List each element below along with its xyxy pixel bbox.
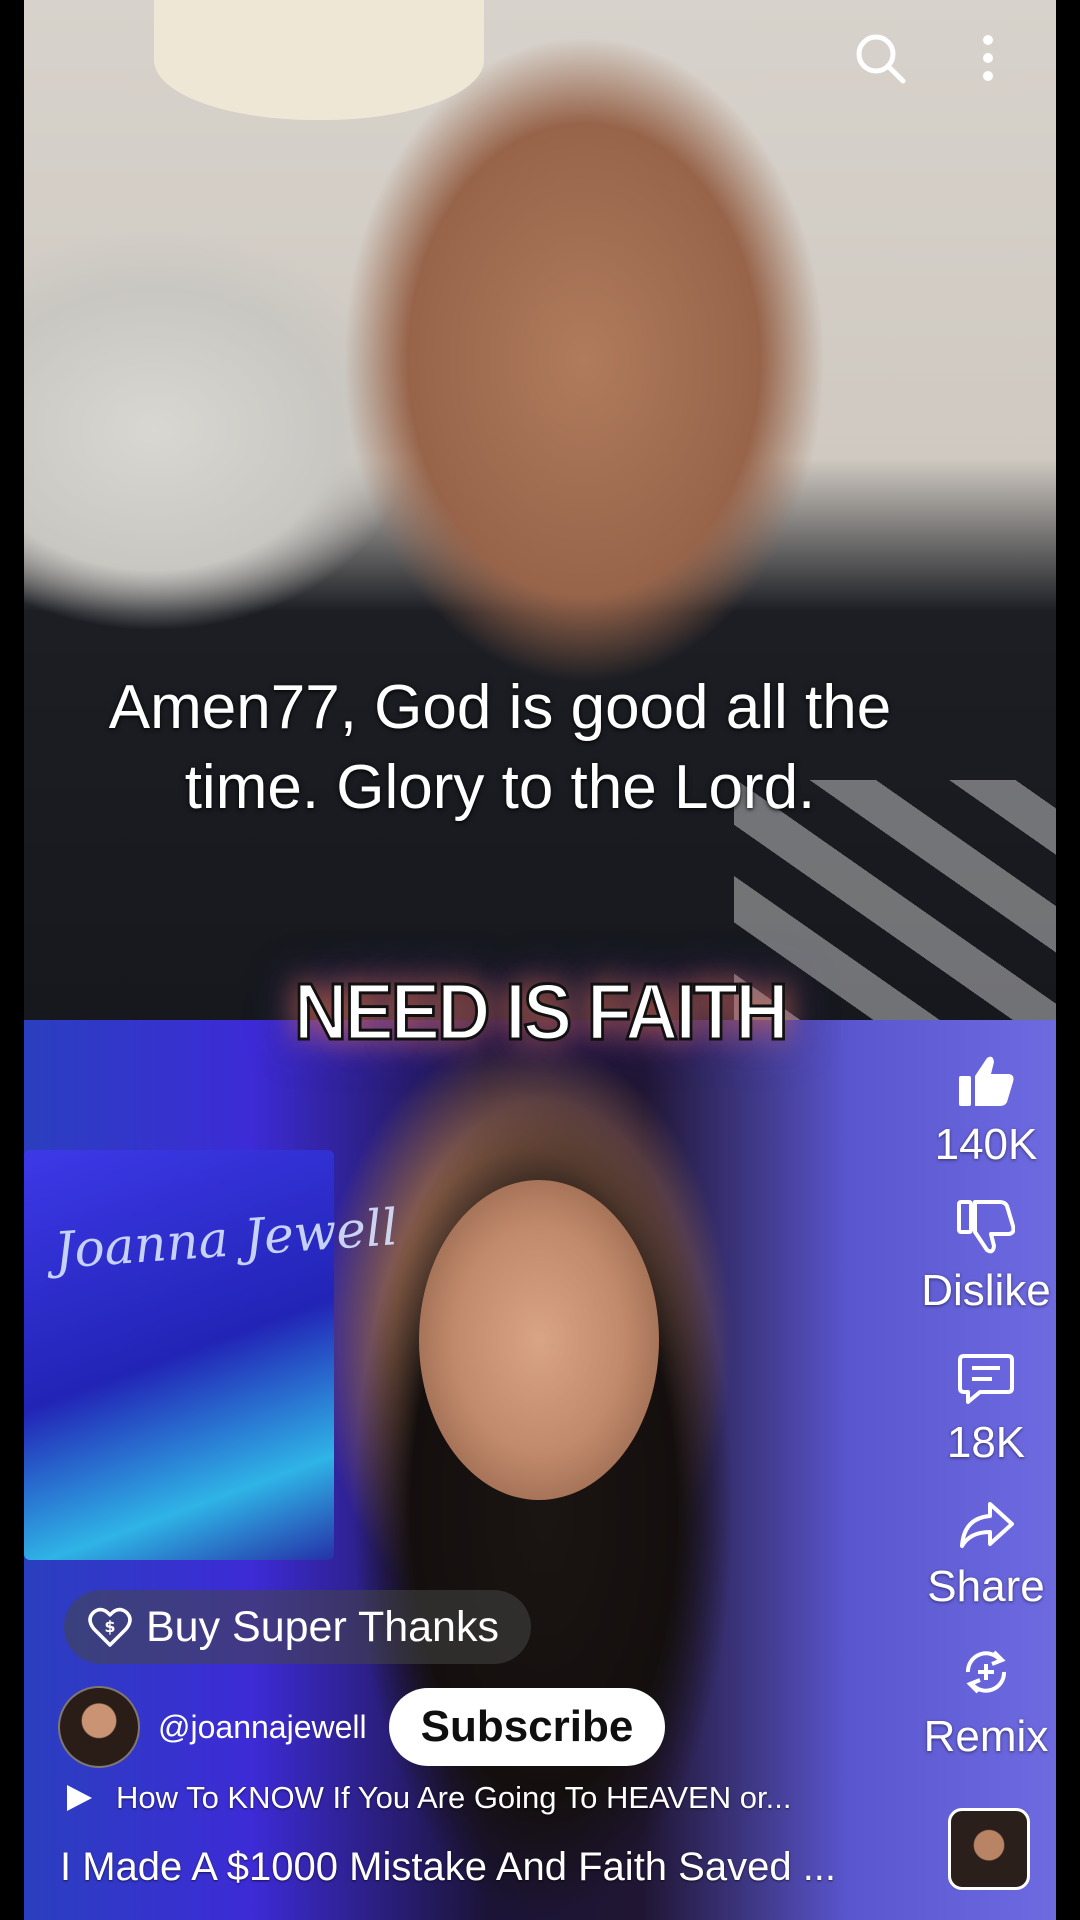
sound-thumbnail[interactable] (948, 1808, 1030, 1890)
search-icon[interactable] (844, 22, 916, 94)
share-label: Share (927, 1562, 1045, 1611)
comment-icon (958, 1352, 1014, 1411)
video-scene-element (154, 0, 484, 120)
caption-line: Amen77, God is good all the (108, 673, 892, 742)
thumbs-down-icon (957, 1200, 1016, 1259)
share-icon (958, 1500, 1014, 1555)
channel-handle[interactable]: @joannajewell (158, 1709, 367, 1746)
remix-label: Remix (923, 1712, 1049, 1761)
stitched-video-top (24, 0, 1056, 1020)
thumbs-up-icon (957, 1054, 1015, 1113)
channel-row: @joannajewell Subscribe (58, 1686, 666, 1768)
comment-count: 18K (946, 1418, 1026, 1467)
video-overlay-text: NEED IS FAITH (293, 966, 790, 1058)
subscribe-button[interactable]: Subscribe (388, 1688, 666, 1766)
related-video-title: How To KNOW If You Are Going To HEAVEN o… (116, 1780, 792, 1815)
caption-line: time. Glory to the Lord. (184, 753, 816, 822)
video-caption: Amen77, God is good all the time. Glory … (40, 668, 960, 828)
svg-text:$: $ (104, 1617, 115, 1636)
dislike-button[interactable]: Dislike (916, 1200, 1056, 1317)
super-thanks-label: Buy Super Thanks (146, 1602, 499, 1651)
shorts-player[interactable]: Joanna Jewell Amen77, God is good all th… (24, 0, 1056, 1920)
play-icon (64, 1783, 94, 1813)
more-vertical-icon[interactable] (958, 22, 1018, 94)
video-scene-element (419, 1180, 659, 1500)
like-button[interactable]: 140K (916, 1054, 1056, 1171)
like-count: 140K (934, 1120, 1038, 1169)
channel-avatar[interactable] (58, 1686, 140, 1768)
heart-dollar-icon: $ (88, 1607, 132, 1647)
remix-button[interactable]: Remix (916, 1644, 1056, 1763)
share-button[interactable]: Share (916, 1500, 1056, 1613)
video-title[interactable]: I Made A $1000 Mistake And Faith Saved .… (60, 1845, 836, 1890)
dislike-label: Dislike (921, 1266, 1051, 1315)
remix-icon (958, 1644, 1014, 1705)
super-thanks-button[interactable]: $ Buy Super Thanks (64, 1590, 531, 1664)
comments-button[interactable]: 18K (916, 1352, 1056, 1469)
related-video-link[interactable]: How To KNOW If You Are Going To HEAVEN o… (64, 1780, 791, 1816)
